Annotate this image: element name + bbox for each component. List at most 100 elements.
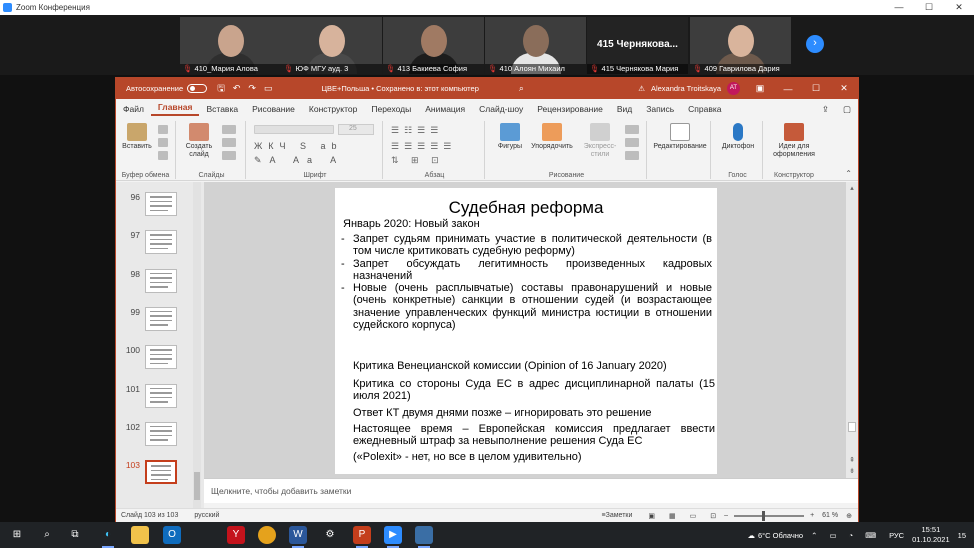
text-direction-icons[interactable]: ⇅ ⊞ ⊡ [391, 155, 444, 166]
zoom-taskbar-icon[interactable]: ▶ [384, 526, 402, 548]
list-icons[interactable]: ☰☷☰☰ [391, 125, 443, 136]
new-slide-button[interactable]: Создать слайд [182, 123, 216, 159]
weather-text[interactable]: 6°C Облачно [758, 531, 803, 540]
redo-icon[interactable]: ↷ [248, 83, 256, 94]
slide-thumbnail[interactable]: 103 [116, 460, 204, 492]
tab-7[interactable]: Слайд-шоу [472, 104, 530, 114]
slide-thumbnail[interactable]: 102 [116, 421, 204, 454]
remote-desktop-icon[interactable] [415, 526, 433, 548]
tab-5[interactable]: Переходы [364, 104, 418, 114]
shapes-button[interactable]: Фигуры [495, 123, 525, 151]
yandex-browser-icon[interactable]: Y [227, 526, 245, 544]
tab-4[interactable]: Конструктор [302, 104, 364, 114]
ribbon-display-icon[interactable]: ▣ [746, 83, 774, 94]
windows-start-icon[interactable]: ⊞ [8, 526, 26, 544]
keyboard-language[interactable]: РУС [889, 531, 904, 540]
collapse-ribbon-icon[interactable]: ⌃ [845, 169, 852, 178]
fit-to-window-icon[interactable]: ⊕ [846, 512, 852, 520]
edge-icon[interactable]: ◐ [99, 526, 117, 548]
document-name[interactable]: ЦВЕ+Польша • Сохранено в: этот компьютер [321, 84, 478, 93]
outlook-icon[interactable]: O [163, 526, 181, 544]
avatar[interactable]: AT [727, 82, 740, 95]
minimize-icon[interactable]: — [884, 2, 914, 13]
close-icon[interactable]: ✕ [830, 83, 858, 94]
language-indicator[interactable]: русский [194, 512, 219, 519]
next-participants-button[interactable]: › [806, 35, 824, 53]
tab-3[interactable]: Рисование [245, 104, 302, 114]
slide-canvas[interactable]: Судебная реформа Январь 2020: Новый зако… [335, 188, 717, 474]
font-color-icons[interactable]: ✎A Aa A [254, 155, 344, 166]
chrome-icon[interactable] [258, 526, 276, 544]
slideshow-view-icon[interactable]: ⊡ [710, 512, 716, 520]
sorter-view-icon[interactable]: ▦ [669, 512, 676, 520]
powerpoint-taskbar-icon[interactable]: P [353, 526, 371, 548]
slide-title[interactable]: Судебная реформа [335, 198, 717, 218]
autosave-toggle[interactable] [187, 84, 208, 93]
slide-thumbnail[interactable]: 101 [116, 383, 204, 416]
notes-toggle[interactable]: Заметки [606, 512, 633, 519]
participant-tile[interactable]: 🎙 410 Алоян Михаил [485, 17, 586, 74]
cut-icon[interactable] [158, 125, 168, 134]
tab-10[interactable]: Запись [639, 104, 681, 114]
zoom-slider[interactable] [734, 510, 805, 521]
font-size-field[interactable]: 25 [338, 124, 374, 135]
comments-icon[interactable]: ▢ [836, 104, 858, 115]
arrange-button[interactable]: Упорядочить [527, 123, 577, 151]
slide-bullets[interactable]: Запрет судьям принимать участие в полити… [339, 233, 712, 331]
copy-icon[interactable] [158, 138, 168, 147]
zoom-out-icon[interactable]: – [724, 512, 728, 519]
participant-tile[interactable]: 🎙 413 Бакиева София [383, 17, 484, 74]
prev-slide-icon[interactable]: ⇞ [846, 456, 858, 464]
participant-tile[interactable]: 415 Чернякова... 🎙 415 Чернякова Мария [587, 17, 688, 74]
restore-icon[interactable]: ☐ [802, 83, 830, 94]
slide-thumbnail[interactable]: 96 [116, 192, 204, 224]
tray-icons[interactable]: ⌃ ▭ ◔ ⌨ [811, 531, 881, 540]
participant-tile[interactable]: 🎙 ЮФ МГУ ауд. 3 [281, 17, 382, 74]
tab-8[interactable]: Рецензирование [530, 104, 610, 114]
scroll-thumb[interactable] [848, 422, 856, 432]
scroll-up-icon[interactable]: ▴ [846, 184, 858, 192]
shape-outline-icon[interactable] [625, 138, 639, 147]
dictate-button[interactable]: Диктофон [717, 123, 759, 151]
share-icon[interactable]: ⇪ [815, 104, 836, 115]
design-ideas-button[interactable]: Идеи для оформления [767, 123, 821, 159]
slide-thumbnail[interactable]: 99 [116, 306, 204, 339]
paste-button[interactable]: Вставить [120, 123, 154, 151]
present-icon[interactable]: ▭ [264, 83, 273, 94]
format-painter-icon[interactable] [158, 151, 168, 160]
settings-icon[interactable]: ⚙ [321, 526, 339, 544]
normal-view-icon[interactable]: ▣ [648, 512, 655, 520]
section-icon[interactable] [222, 151, 236, 160]
zoom-level[interactable]: 61 % [822, 512, 838, 519]
tab-1[interactable]: Главная [150, 102, 200, 116]
font-format-icons[interactable]: ЖКЧ S ab [254, 141, 343, 151]
word-icon[interactable]: W [289, 526, 307, 548]
maximize-icon[interactable]: ☐ [914, 2, 944, 13]
next-slide-icon[interactable]: ⇟ [846, 467, 858, 475]
thumbnail-scrollbar[interactable] [193, 182, 201, 508]
reset-icon[interactable] [222, 138, 236, 147]
slide-subtitle[interactable]: Январь 2020: Новый закон [343, 218, 480, 230]
task-view-icon[interactable]: ⧉ [66, 526, 84, 544]
layout-icon[interactable] [222, 125, 236, 134]
tab-9[interactable]: Вид [610, 104, 639, 114]
notification-badge[interactable]: 15 [958, 531, 966, 540]
minimize-icon[interactable]: — [774, 84, 802, 94]
reading-view-icon[interactable]: ▭ [690, 512, 697, 520]
font-name-field[interactable] [254, 125, 334, 134]
file-explorer-icon[interactable] [131, 526, 149, 544]
editor-scrollbar[interactable]: ▴ ⇞ ⇟ [846, 182, 858, 478]
tab-6[interactable]: Анимация [418, 104, 472, 114]
slide-thumbnail[interactable]: 97 [116, 230, 204, 262]
search-icon[interactable]: ⌕ [38, 526, 56, 544]
save-icon[interactable]: 🖫 [217, 81, 225, 97]
notes-pane[interactable]: Щелкните, чтобы добавить заметки [204, 478, 858, 503]
shape-fill-icon[interactable] [625, 125, 639, 134]
zoom-in-icon[interactable]: + [810, 512, 814, 519]
slide-thumbnail[interactable]: 100 [116, 345, 204, 377]
participant-tile[interactable]: 🎙 409 Гаврилова Дария [690, 17, 791, 74]
tab-11[interactable]: Справка [681, 104, 728, 114]
quick-styles-button[interactable]: Экспресс-стили [581, 123, 619, 159]
editing-button[interactable]: Редактирование [651, 123, 709, 151]
slide-thumbnail[interactable]: 98 [116, 268, 204, 301]
